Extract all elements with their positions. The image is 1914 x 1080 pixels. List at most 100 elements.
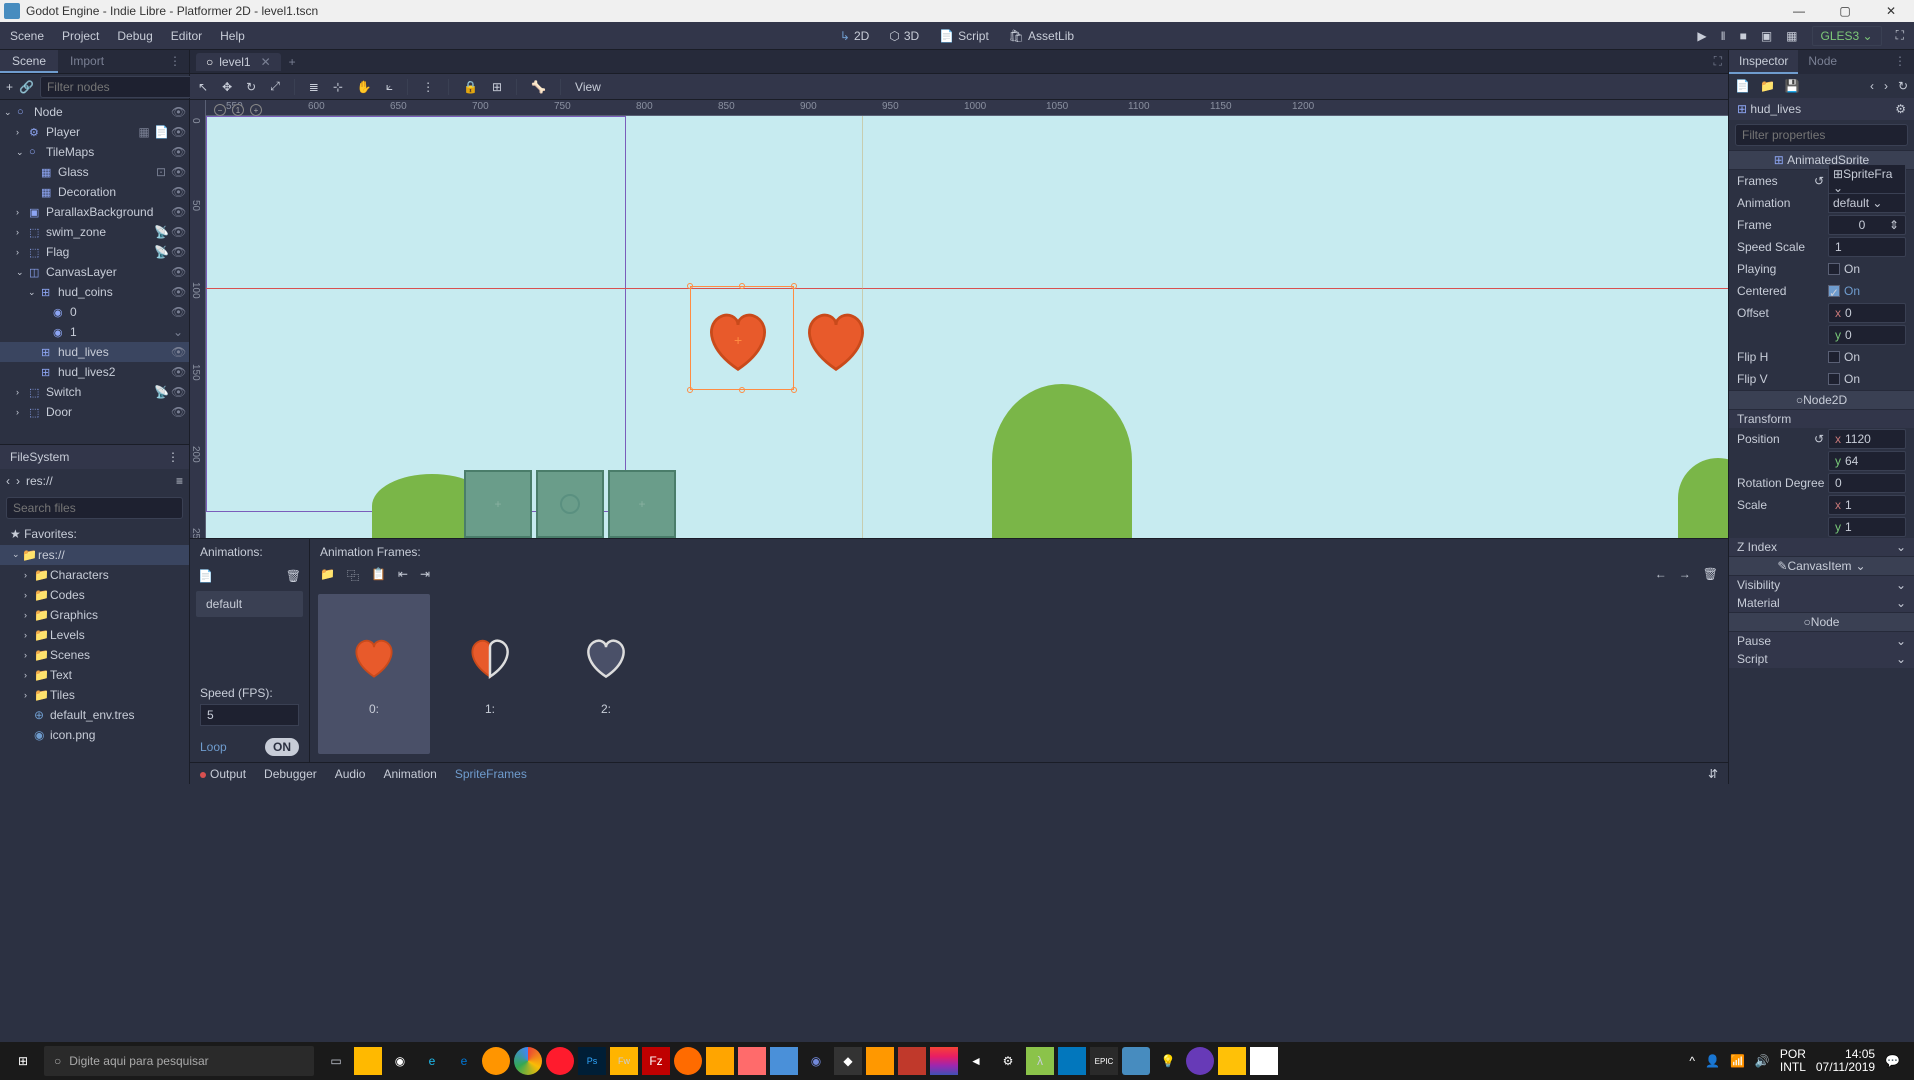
pan-tool[interactable]: ✋ [357, 80, 372, 94]
epic-icon[interactable]: EPIC [1090, 1047, 1118, 1075]
start-button[interactable]: ⊞ [4, 1042, 42, 1080]
subsection-pause[interactable]: Pause⌄ [1729, 632, 1914, 650]
tree-item[interactable]: ›⬚swim_zone📡👁 [0, 222, 189, 242]
close-tab-button[interactable]: ✕ [261, 55, 271, 69]
new-animation-button[interactable]: 📄 [198, 569, 213, 583]
tree-item[interactable]: ›⬚Door👁 [0, 402, 189, 422]
link-button[interactable]: 🔗 [19, 80, 34, 94]
reset-position[interactable]: ↺ [1814, 432, 1824, 446]
node-settings-button[interactable]: ⚙ [1895, 102, 1906, 116]
workspace-3d[interactable]: ⬡ 3D [889, 29, 919, 43]
view-mode-button[interactable]: ≡ [176, 474, 183, 488]
selection-handle[interactable] [739, 283, 745, 289]
opera-icon[interactable] [546, 1047, 574, 1075]
inspector-menu[interactable]: ⋮ [1886, 50, 1914, 74]
app-icon[interactable] [706, 1047, 734, 1075]
bone-tool[interactable]: 🦴 [531, 80, 546, 94]
prop-offset-x[interactable]: x0 [1828, 303, 1906, 323]
menu-debug[interactable]: Debug [117, 29, 152, 43]
move-tool[interactable]: ✥ [222, 80, 232, 94]
godot-icon[interactable] [1122, 1047, 1150, 1075]
tab-audio[interactable]: Audio [335, 767, 366, 781]
selection-handle[interactable] [791, 387, 797, 393]
move-left-button[interactable]: ← [1655, 567, 1667, 584]
prop-speedscale-value[interactable]: 1 [1828, 237, 1906, 257]
app-icon[interactable] [1218, 1047, 1246, 1075]
selection-handle[interactable] [739, 387, 745, 393]
fs-item[interactable]: ◉icon.png [0, 725, 189, 745]
insert-before-button[interactable]: ⇤ [398, 567, 408, 584]
delete-frame-button[interactable]: 🗑 [1703, 567, 1718, 584]
tree-item[interactable]: ⌄⊞hud_coins👁 [0, 282, 189, 302]
filesystem-menu[interactable]: ⋮ [167, 450, 179, 464]
filezilla-icon[interactable]: Fz [642, 1047, 670, 1075]
steam-icon[interactable]: ◉ [386, 1047, 414, 1075]
selection-handle[interactable] [687, 283, 693, 289]
prop-frame-value[interactable]: 0⇕ [1828, 215, 1906, 235]
app-icon[interactable] [1250, 1047, 1278, 1075]
keyboard-layout[interactable]: INTL [1780, 1061, 1806, 1074]
move-right-button[interactable]: → [1679, 567, 1691, 584]
task-view-button[interactable]: ▭ [322, 1047, 350, 1075]
workspace-assetlib[interactable]: 🛍 AssetLib [1009, 29, 1074, 43]
menu-editor[interactable]: Editor [171, 29, 202, 43]
distraction-free-button[interactable]: ⛶ [1896, 28, 1904, 43]
prop-flipv-checkbox[interactable]: On [1828, 372, 1906, 386]
group-button[interactable]: ⊞ [492, 80, 502, 94]
loop-toggle[interactable]: ON [265, 738, 299, 756]
sublime-icon[interactable] [866, 1047, 894, 1075]
file-explorer-icon[interactable] [354, 1047, 382, 1075]
tree-item[interactable]: ⌄○Node👁 [0, 102, 189, 122]
prop-scale-x[interactable]: x1 [1828, 495, 1906, 515]
tree-item[interactable]: ◉0👁 [0, 302, 189, 322]
speed-fps-input[interactable] [200, 704, 299, 726]
subsection-zindex[interactable]: Z Index⌄ [1729, 538, 1914, 556]
history-menu-button[interactable]: ↻ [1898, 79, 1908, 93]
prop-position-x[interactable]: x1120 [1828, 429, 1906, 449]
paste-frame-button[interactable]: 📋 [371, 567, 386, 584]
app-icon[interactable] [930, 1047, 958, 1075]
selection-handle[interactable] [791, 283, 797, 289]
ruler-tool[interactable]: ⟀ [386, 79, 393, 94]
tree-item[interactable]: ▦Decoration👁 [0, 182, 189, 202]
menu-help[interactable]: Help [220, 29, 245, 43]
tree-item[interactable]: ⌄○TileMaps👁 [0, 142, 189, 162]
play-custom-button[interactable]: ▦ [1786, 29, 1797, 43]
play-button[interactable]: ▶ [1697, 29, 1706, 43]
nav-back-button[interactable]: ‹ [6, 474, 10, 488]
history-back-button[interactable]: ‹ [1870, 79, 1874, 93]
edge-icon[interactable]: e [450, 1047, 478, 1075]
scene-panel-menu[interactable]: ⋮ [161, 50, 189, 73]
add-node-button[interactable]: + [6, 80, 13, 94]
load-resource-button[interactable]: 📁 [1760, 79, 1775, 93]
close-button[interactable]: ✕ [1868, 0, 1914, 22]
tree-item[interactable]: ⊞hud_lives2👁 [0, 362, 189, 382]
fs-item[interactable]: ⊕default_env.tres [0, 705, 189, 725]
renderer-dropdown[interactable]: GLES3 ⌄ [1812, 26, 1882, 46]
fs-item[interactable]: ›📁Codes [0, 585, 189, 605]
frame-0[interactable]: 0: [318, 594, 430, 754]
tab-spriteframes[interactable]: SpriteFrames [455, 767, 527, 781]
minimize-button[interactable]: — [1776, 0, 1822, 22]
prop-offset-y[interactable]: y0 [1828, 325, 1906, 345]
tab-scene[interactable]: Scene [0, 50, 58, 73]
prop-position-y[interactable]: y64 [1828, 451, 1906, 471]
expand-bottom-button[interactable]: ⇵ [1708, 767, 1718, 781]
volume-icon[interactable]: 🔊 [1755, 1054, 1770, 1068]
reset-frames[interactable]: ↺ [1814, 174, 1824, 188]
tab-animation[interactable]: Animation [383, 767, 436, 781]
prop-centered-checkbox[interactable]: ✓On [1828, 284, 1906, 298]
app-icon[interactable] [898, 1047, 926, 1075]
tray-chevron[interactable]: ^ [1689, 1054, 1695, 1068]
section-node2d[interactable]: ○ Node2D [1729, 390, 1914, 410]
filter-nodes-input[interactable] [40, 76, 209, 98]
firefox-icon[interactable] [482, 1047, 510, 1075]
frame-1[interactable]: 1: [434, 594, 546, 754]
prop-rotation-value[interactable]: 0 [1828, 473, 1906, 493]
insert-after-button[interactable]: ⇥ [420, 567, 430, 584]
subsection-visibility[interactable]: Visibility⌄ [1729, 576, 1914, 594]
workspace-script[interactable]: 📄 Script [939, 29, 989, 43]
tab-debugger[interactable]: Debugger [264, 767, 317, 781]
tray-icon[interactable]: 👤 [1705, 1054, 1720, 1068]
pause-button[interactable]: ‖ [1721, 29, 1726, 43]
